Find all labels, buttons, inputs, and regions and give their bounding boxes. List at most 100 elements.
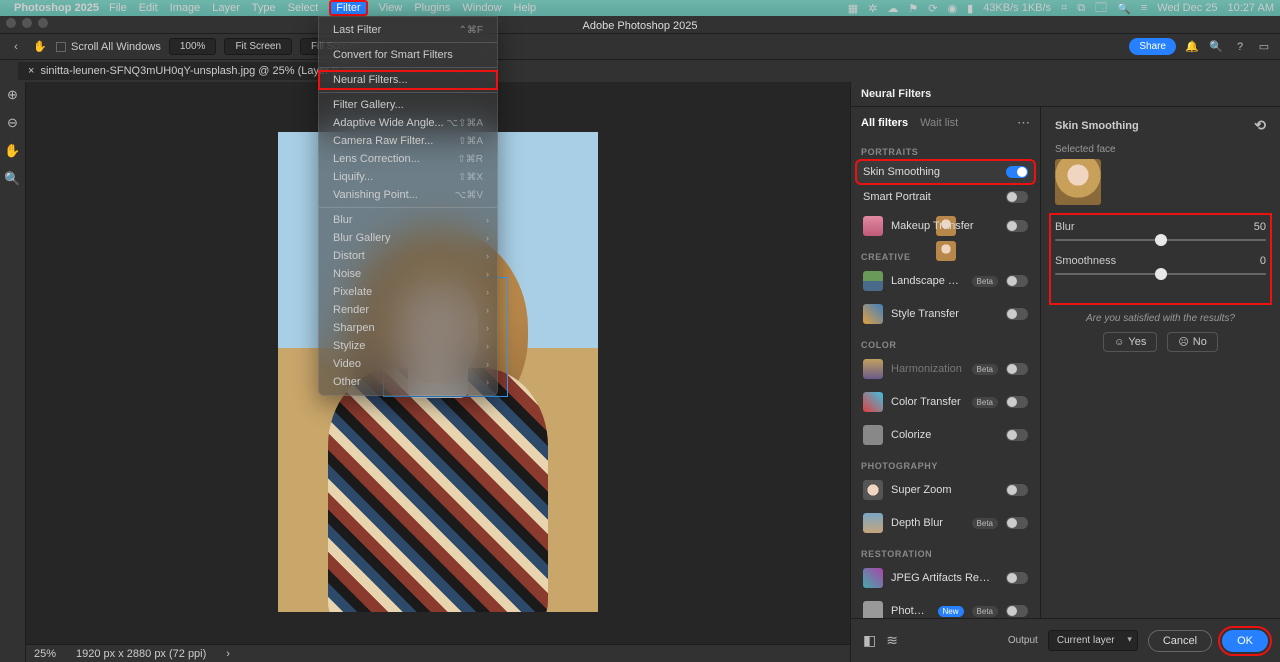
preview-toggle-icon[interactable]: ◧ <box>863 632 876 649</box>
time[interactable]: 10:27 AM <box>1228 2 1274 14</box>
filter-super-zoom[interactable]: Super Zoom <box>857 475 1034 505</box>
app-name[interactable]: Photoshop 2025 <box>14 2 99 14</box>
filter-photo-restoration[interactable]: Photo Res... New Beta <box>857 596 1034 618</box>
menu-window[interactable]: Window <box>462 2 501 14</box>
filter-landscape-mixer[interactable]: Landscape Mixer Beta <box>857 266 1034 296</box>
selected-face-thumbnail[interactable] <box>1055 159 1101 205</box>
slider-thumb[interactable] <box>1155 268 1167 280</box>
reset-icon[interactable]: ⟲ <box>1254 117 1266 134</box>
blur-value[interactable]: 50 <box>1254 221 1266 233</box>
status-dimensions: 1920 px x 2880 px (72 ppi) <box>76 648 206 660</box>
filter-thumb-icon <box>863 359 883 379</box>
tab-wait-list[interactable]: Wait list <box>920 117 958 129</box>
status-icon[interactable]: ⌗ <box>1061 2 1067 15</box>
filter-toggle[interactable] <box>1006 572 1028 584</box>
menu-item: Other› <box>319 373 497 391</box>
filter-toggle[interactable] <box>1006 605 1028 617</box>
filter-list[interactable]: PORTRAITS Skin Smoothing Smart Portrait … <box>851 139 1040 618</box>
close-tab-icon[interactable]: × <box>28 65 34 77</box>
output-select[interactable]: Current layer <box>1048 630 1138 651</box>
cancel-button[interactable]: Cancel <box>1148 630 1212 652</box>
back-icon[interactable]: ‹ <box>8 39 24 55</box>
filter-jpeg-artifacts[interactable]: JPEG Artifacts Removal <box>857 563 1034 593</box>
share-button[interactable]: Share <box>1129 38 1176 55</box>
menu-plugins[interactable]: Plugins <box>414 2 450 14</box>
menu-file[interactable]: File <box>109 2 127 14</box>
filter-toggle[interactable] <box>1006 517 1028 529</box>
filter-harmonization[interactable]: Harmonization Beta <box>857 354 1034 384</box>
scroll-all-checkbox[interactable]: Scroll All Windows <box>56 41 161 53</box>
filter-label: Color Transfer <box>891 396 964 408</box>
search-icon[interactable]: 🔍 <box>1117 2 1131 15</box>
filter-toggle[interactable] <box>1006 220 1028 232</box>
blur-slider[interactable] <box>1055 239 1266 241</box>
zoom-tool-icon[interactable]: 🔍 <box>4 170 22 188</box>
battery-icon[interactable]: 🗔 <box>1095 0 1107 18</box>
minimize-window-icon[interactable] <box>22 18 32 28</box>
feedback-yes-button[interactable]: ☺ Yes <box>1103 332 1157 352</box>
zoom-field[interactable]: 100% <box>169 38 217 55</box>
status-icon[interactable]: ⟳ <box>928 2 937 15</box>
search-icon[interactable]: 🔍 <box>1208 39 1224 55</box>
filter-label: Smart Portrait <box>863 191 998 203</box>
menu-edit[interactable]: Edit <box>139 2 158 14</box>
menu-type[interactable]: Type <box>252 2 276 14</box>
menu-image[interactable]: Image <box>170 2 201 14</box>
filter-style-transfer[interactable]: Style Transfer <box>857 299 1034 329</box>
fit-screen-button[interactable]: Fit Screen <box>224 38 292 55</box>
menu-filter[interactable]: Filter <box>330 1 366 15</box>
filter-toggle[interactable] <box>1006 484 1028 496</box>
smoothness-value[interactable]: 0 <box>1260 255 1266 267</box>
control-center-icon[interactable]: ≡ <box>1141 2 1147 14</box>
layers-icon[interactable]: ≋ <box>886 632 898 649</box>
menu-item[interactable]: Neural Filters... <box>319 71 497 89</box>
menu-item: Vanishing Point...⌥⌘V <box>319 186 497 204</box>
beta-badge: Beta <box>972 276 998 287</box>
notifications-icon[interactable]: 🔔 <box>1184 39 1200 55</box>
status-icon[interactable]: ⚑ <box>908 2 918 15</box>
filter-toggle[interactable] <box>1006 191 1028 203</box>
menu-view[interactable]: View <box>379 2 403 14</box>
filter-color-transfer[interactable]: Color Transfer Beta <box>857 387 1034 417</box>
tab-all-filters[interactable]: All filters <box>861 117 908 129</box>
filter-makeup-transfer[interactable]: Makeup Transfer <box>857 211 1034 241</box>
help-icon[interactable]: ? <box>1232 39 1248 55</box>
workspace-icon[interactable]: ▭ <box>1256 39 1272 55</box>
net-speed: 43KB/s 1KB/s <box>983 2 1051 14</box>
menu-select[interactable]: Select <box>288 2 319 14</box>
status-icon[interactable]: ▮ <box>967 2 973 15</box>
filter-toggle[interactable] <box>1006 166 1028 178</box>
filter-toggle[interactable] <box>1006 396 1028 408</box>
filter-toggle[interactable] <box>1006 363 1028 375</box>
category-color: COLOR <box>857 332 1034 354</box>
filter-thumb-icon <box>863 568 883 588</box>
status-zoom[interactable]: 25% <box>34 648 56 660</box>
close-window-icon[interactable] <box>6 18 16 28</box>
hand-tool-icon[interactable]: ✋ <box>32 39 48 55</box>
smoothness-slider[interactable] <box>1055 273 1266 275</box>
zoom-in-icon[interactable]: ⊕ <box>4 86 22 104</box>
zoom-out-icon[interactable]: ⊖ <box>4 114 22 132</box>
status-icon[interactable]: ✲ <box>868 2 877 15</box>
filter-depth-blur[interactable]: Depth Blur Beta <box>857 508 1034 538</box>
zoom-window-icon[interactable] <box>38 18 48 28</box>
filter-toggle[interactable] <box>1006 275 1028 287</box>
filter-skin-smoothing[interactable]: Skin Smoothing <box>857 161 1034 183</box>
status-icon[interactable]: ☁ <box>887 2 898 15</box>
filter-toggle[interactable] <box>1006 308 1028 320</box>
menu-layer[interactable]: Layer <box>212 2 240 14</box>
filter-toggle[interactable] <box>1006 429 1028 441</box>
status-arrow-icon[interactable]: › <box>226 648 230 660</box>
filter-smart-portrait[interactable]: Smart Portrait <box>857 186 1034 208</box>
wifi-icon[interactable]: ⧉ <box>1077 2 1085 15</box>
more-icon[interactable]: ⋯ <box>1017 115 1030 131</box>
feedback-no-button[interactable]: ☹ No <box>1167 332 1218 352</box>
slider-thumb[interactable] <box>1155 234 1167 246</box>
menu-help[interactable]: Help <box>514 2 537 14</box>
hand-tool-icon[interactable]: ✋ <box>4 142 22 160</box>
filter-colorize[interactable]: Colorize <box>857 420 1034 450</box>
ok-button[interactable]: OK <box>1222 630 1268 652</box>
date[interactable]: Wed Dec 25 <box>1157 2 1217 14</box>
status-icon[interactable]: ◉ <box>948 2 958 15</box>
status-icon[interactable]: ▦ <box>848 2 858 15</box>
